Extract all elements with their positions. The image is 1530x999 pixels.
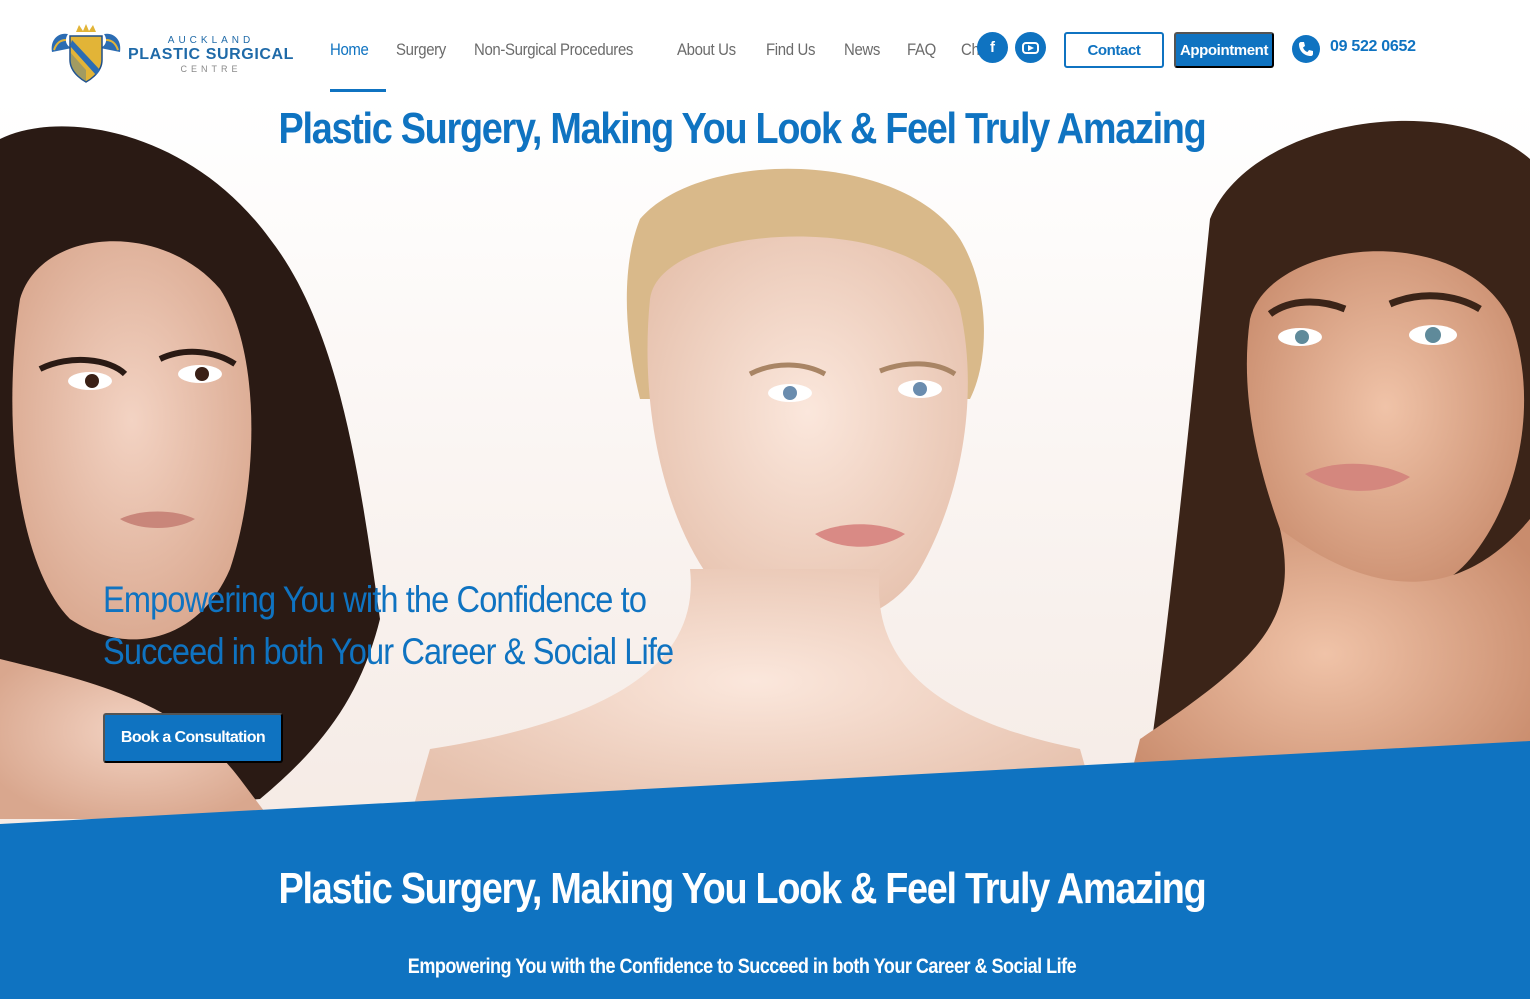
facebook-icon[interactable]: f: [977, 32, 1008, 63]
band-title: Plastic Surgery, Making You Look & Feel …: [278, 864, 1207, 913]
site-header: AUCKLAND PLASTIC SURGICAL CENTRE Home Su…: [0, 0, 1530, 99]
facebook-glyph: f: [990, 39, 995, 56]
nav-item-find-us[interactable]: Find Us: [766, 40, 815, 60]
nav-item-home[interactable]: Home: [330, 40, 369, 60]
book-consultation-button[interactable]: Book a Consultation: [103, 713, 283, 763]
hero-subtitle: Empowering You with the Confidence to Su…: [103, 579, 674, 672]
youtube-icon[interactable]: [1015, 32, 1046, 63]
nav-item-faq[interactable]: FAQ: [907, 40, 936, 60]
nav-item-about-us[interactable]: About Us: [677, 40, 736, 60]
contact-button[interactable]: Contact: [1064, 32, 1164, 68]
nav-item-surgery[interactable]: Surgery: [396, 40, 446, 60]
phone-glyph: [1299, 42, 1313, 56]
active-nav-indicator: [330, 89, 386, 92]
brand-name: PLASTIC SURGICAL: [128, 45, 295, 63]
phone-number-link[interactable]: 09 522 0652: [1330, 38, 1416, 56]
brand-top-line: AUCKLAND: [167, 34, 255, 46]
nav-item-news[interactable]: News: [844, 40, 880, 60]
hero-title: Plastic Surgery, Making You Look & Feel …: [278, 104, 1207, 153]
main-nav: Home Surgery Non-Surgical Procedures Abo…: [330, 0, 1035, 99]
nav-item-non-surgical-procedures[interactable]: Non-Surgical Procedures: [474, 40, 633, 60]
appointment-button[interactable]: Appointment: [1174, 32, 1274, 68]
brand-bottom-line: CENTRE: [180, 63, 242, 74]
crest-icon: [51, 24, 121, 83]
band-subtitle: Empowering You with the Confidence to Su…: [407, 955, 1077, 978]
site-logo[interactable]: AUCKLAND PLASTIC SURGICAL CENTRE: [48, 22, 300, 86]
phone-icon[interactable]: [1292, 35, 1320, 63]
